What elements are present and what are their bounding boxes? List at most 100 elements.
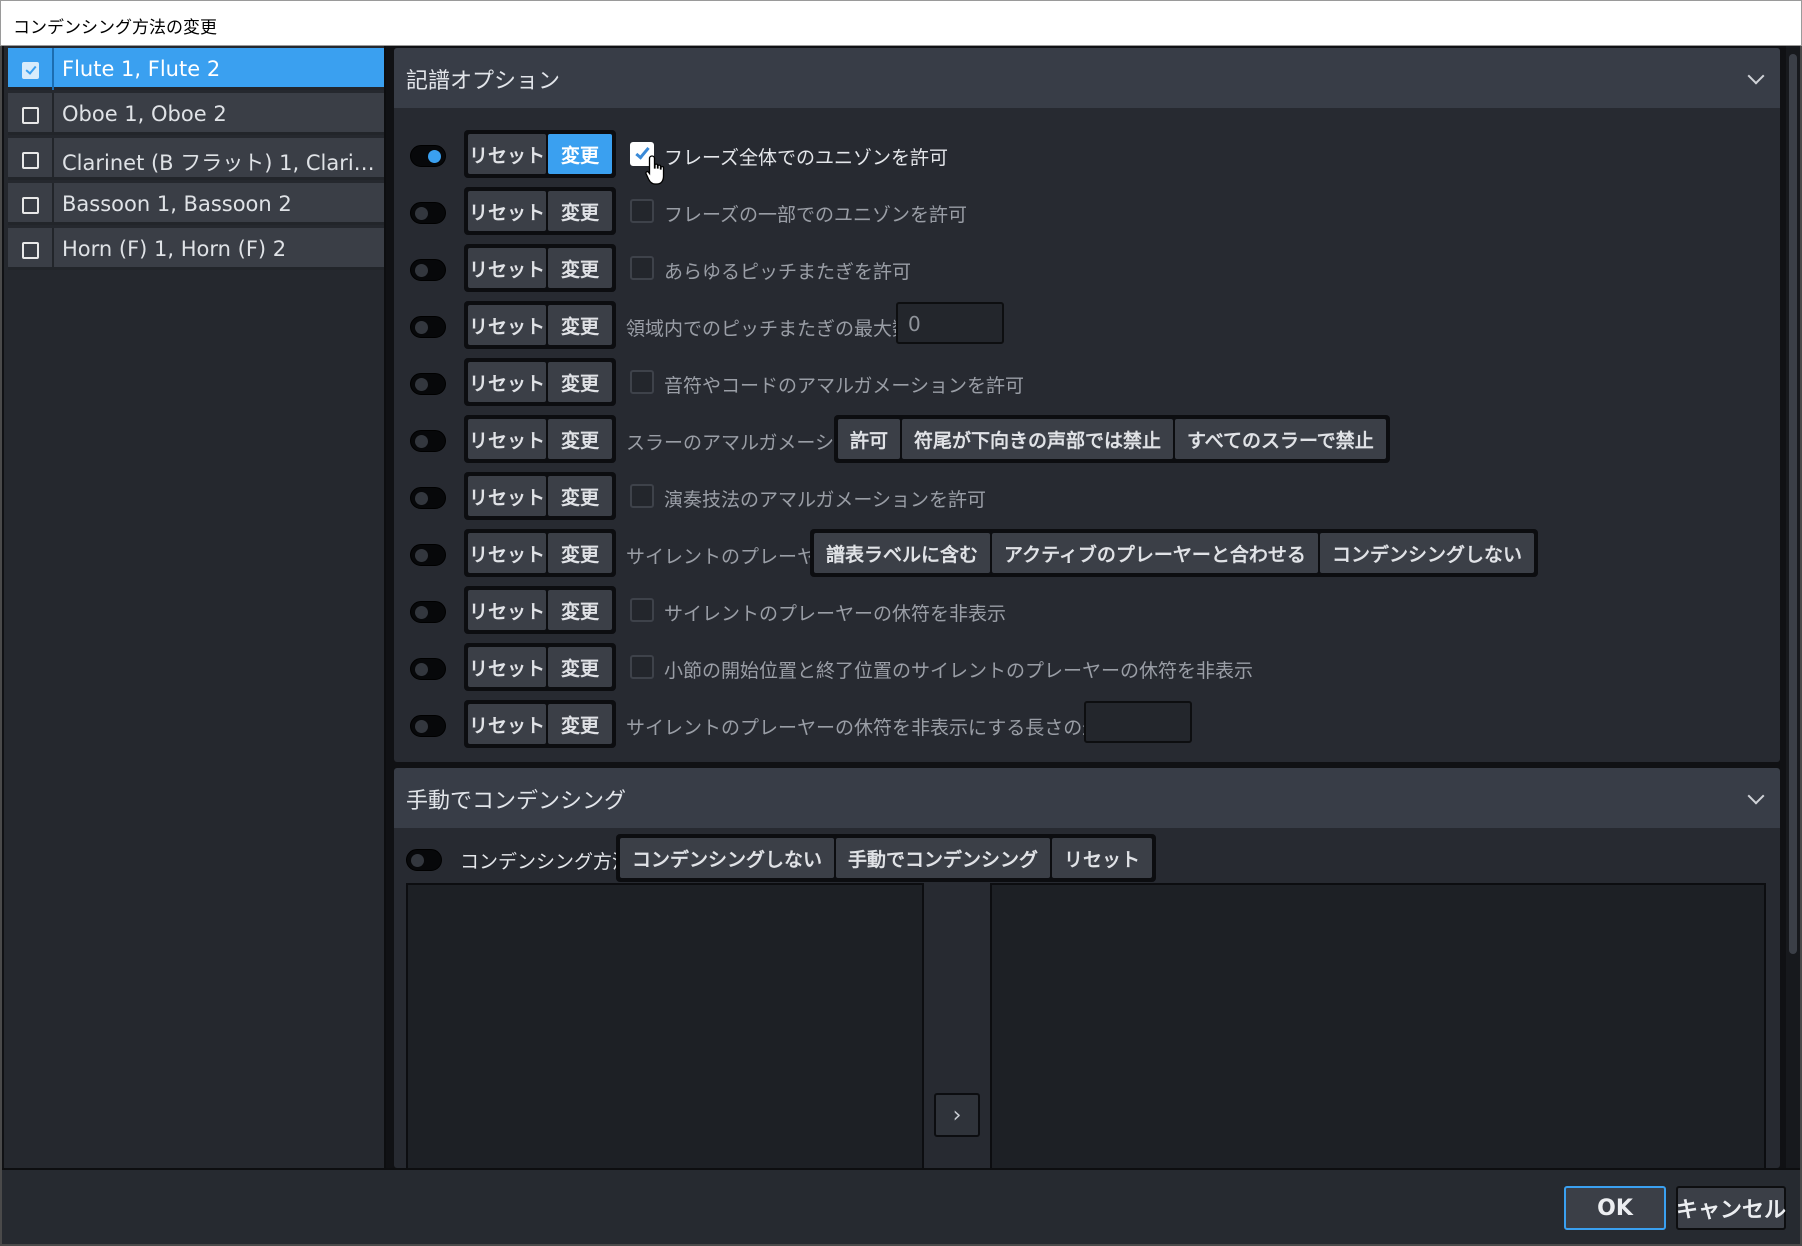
player-label: Bassoon 1, Bassoon 2: [62, 192, 292, 216]
override-toggle[interactable]: [406, 849, 442, 871]
override-toggle[interactable]: [410, 487, 446, 509]
option-label: フレーズの一部でのユニゾンを許可: [664, 204, 968, 226]
reset-button[interactable]: リセット: [468, 704, 546, 744]
option-row-min-rest-length: リセット 変更 サイレントのプレーヤーの休符を非表示にする長さの最小値: [394, 700, 1780, 748]
player-checkbox[interactable]: [22, 107, 39, 124]
choice-include-in-label[interactable]: 譜表ラベルに含む: [814, 533, 991, 573]
override-toggle[interactable]: [410, 544, 446, 566]
choice-disallow-stem-down[interactable]: 符尾が下向きの声部では禁止: [902, 419, 1174, 459]
slur-amalgamation-choices: 許可 符尾が下向きの声部では禁止 すべてのスラーで禁止: [834, 415, 1390, 463]
ok-button[interactable]: OK: [1564, 1186, 1666, 1230]
override-toggle[interactable]: [410, 601, 446, 623]
change-button[interactable]: 変更: [548, 419, 612, 459]
notation-options-header[interactable]: 記譜オプション: [394, 48, 1780, 108]
override-toggle[interactable]: [410, 430, 446, 452]
choice-no-condensing[interactable]: コンデンシングしない: [1319, 533, 1534, 573]
option-label: 音符やコードのアマルガメーションを許可: [664, 375, 1025, 397]
reset-button[interactable]: リセット: [468, 476, 546, 516]
reset-button[interactable]: リセット: [468, 590, 546, 630]
reset-change-group: リセット 変更: [464, 244, 616, 292]
scrollbar-thumb[interactable]: [1789, 54, 1797, 954]
player-row-clarinet[interactable]: Clarinet (B フラット) 1, Clarinet (…: [8, 138, 384, 180]
option-row-note-amalgamation: リセット 変更 音符やコードのアマルガメーションを許可: [394, 358, 1780, 406]
change-button[interactable]: 変更: [548, 305, 612, 345]
available-players-list[interactable]: [406, 883, 924, 1168]
player-checkbox[interactable]: [22, 197, 39, 214]
hand-cursor-icon: [645, 155, 665, 185]
reset-button[interactable]: リセット: [468, 191, 546, 231]
change-button[interactable]: 変更: [548, 191, 612, 231]
chevron-down-icon[interactable]: [1747, 67, 1765, 85]
option-row-slur-amalgamation: リセット 変更 スラーのアマルガメーション: 許可 符尾が下向きの声部では禁止 …: [394, 415, 1780, 463]
condensing-method-choices: コンデンシングしない 手動でコンデンシング リセット: [616, 834, 1157, 882]
change-button[interactable]: 変更: [548, 704, 612, 744]
change-button[interactable]: 変更: [548, 647, 612, 687]
choice-allow[interactable]: 許可: [838, 419, 901, 459]
override-toggle[interactable]: [410, 202, 446, 224]
option-row-technique-amalgamation: リセット 変更 演奏技法のアマルガメーションを許可: [394, 472, 1780, 520]
section-title: 記譜オプション: [406, 69, 561, 94]
player-checkbox[interactable]: [22, 242, 39, 259]
reset-button[interactable]: リセット: [468, 533, 546, 573]
override-toggle[interactable]: [410, 658, 446, 680]
dialog-footer: OK キャンセル: [2, 1168, 1800, 1244]
choice-no-condensing[interactable]: コンデンシングしない: [620, 838, 835, 878]
reset-button[interactable]: リセット: [468, 305, 546, 345]
option-label: コンデンシング方法: [460, 851, 632, 873]
window-title: コンデンシング方法の変更: [13, 18, 217, 38]
section-title: 手動でコンデンシング: [406, 789, 627, 814]
option-label: サイレントのプレーヤーの休符を非表示にする長さの最小値: [626, 717, 1140, 739]
player-label: Clarinet (B フラット) 1, Clarinet (…: [62, 151, 376, 175]
reset-button[interactable]: リセット: [468, 647, 546, 687]
reset-button[interactable]: リセット: [468, 419, 546, 459]
option-checkbox[interactable]: [630, 370, 654, 394]
player-row-oboe[interactable]: Oboe 1, Oboe 2: [8, 93, 384, 135]
cancel-button[interactable]: キャンセル: [1676, 1186, 1786, 1230]
choice-disallow-all[interactable]: すべてのスラーで禁止: [1175, 419, 1386, 459]
manual-condensing-panel: 手動でコンデンシング コンデンシング方法 コンデンシングしない 手動でコンデンシ…: [394, 768, 1780, 1168]
choice-reset[interactable]: リセット: [1052, 838, 1153, 878]
player-checkbox[interactable]: [22, 152, 39, 169]
condensed-groups-list[interactable]: [990, 883, 1766, 1168]
manual-condensing-header[interactable]: 手動でコンデンシング: [394, 768, 1780, 828]
change-button[interactable]: 変更: [548, 590, 612, 630]
change-button[interactable]: 変更: [548, 362, 612, 402]
option-row-max-pitch-crossings: リセット 変更 領域内でのピッチまたぎの最大数: 0: [394, 301, 1780, 349]
option-checkbox[interactable]: [630, 655, 654, 679]
option-checkbox[interactable]: [630, 484, 654, 508]
override-toggle[interactable]: [410, 259, 446, 281]
option-checkbox[interactable]: [630, 256, 654, 280]
option-row-unison-whole-phrase: リセット 変更 フレーズ全体でのユニゾンを許可: [394, 130, 1780, 178]
option-row-hide-bar-edge-rests: リセット 変更 小節の開始位置と終了位置のサイレントのプレーヤーの休符を非表示: [394, 643, 1780, 691]
change-button[interactable]: 変更: [548, 134, 612, 174]
player-row-horn[interactable]: Horn (F) 1, Horn (F) 2: [8, 228, 384, 270]
player-row-flute[interactable]: Flute 1, Flute 2: [8, 48, 384, 90]
change-button[interactable]: 変更: [548, 248, 612, 288]
change-button[interactable]: 変更: [548, 533, 612, 573]
max-crossings-input[interactable]: 0: [896, 302, 1004, 344]
option-label: あらゆるピッチまたぎを許可: [664, 261, 912, 283]
reset-button[interactable]: リセット: [468, 134, 546, 174]
override-toggle[interactable]: [410, 373, 446, 395]
override-toggle[interactable]: [410, 715, 446, 737]
reset-button[interactable]: リセット: [468, 248, 546, 288]
option-row-hide-silent-rests: リセット 変更 サイレントのプレーヤーの休符を非表示: [394, 586, 1780, 634]
chevron-down-icon[interactable]: [1747, 787, 1765, 805]
option-checkbox[interactable]: [630, 199, 654, 223]
option-label: サイレントのプレーヤーの休符を非表示: [664, 603, 1007, 625]
player-row-bassoon[interactable]: Bassoon 1, Bassoon 2: [8, 183, 384, 225]
change-button[interactable]: 変更: [548, 476, 612, 516]
condensing-method-row: コンデンシング方法 コンデンシングしない 手動でコンデンシング リセット: [394, 834, 1780, 882]
move-right-button[interactable]: ›: [934, 1093, 980, 1137]
vertical-scrollbar[interactable]: [1786, 46, 1800, 1168]
choice-match-active[interactable]: アクティブのプレーヤーと合わせる: [992, 533, 1318, 573]
override-toggle[interactable]: [410, 316, 446, 338]
check-icon: [25, 63, 37, 75]
reset-button[interactable]: リセット: [468, 362, 546, 402]
min-length-input[interactable]: [1084, 701, 1192, 743]
player-checkbox[interactable]: [22, 62, 39, 79]
choice-manual-condensing[interactable]: 手動でコンデンシング: [836, 838, 1051, 878]
override-toggle[interactable]: [410, 145, 446, 167]
reset-change-group: リセット 変更: [464, 643, 616, 691]
option-checkbox[interactable]: [630, 598, 654, 622]
